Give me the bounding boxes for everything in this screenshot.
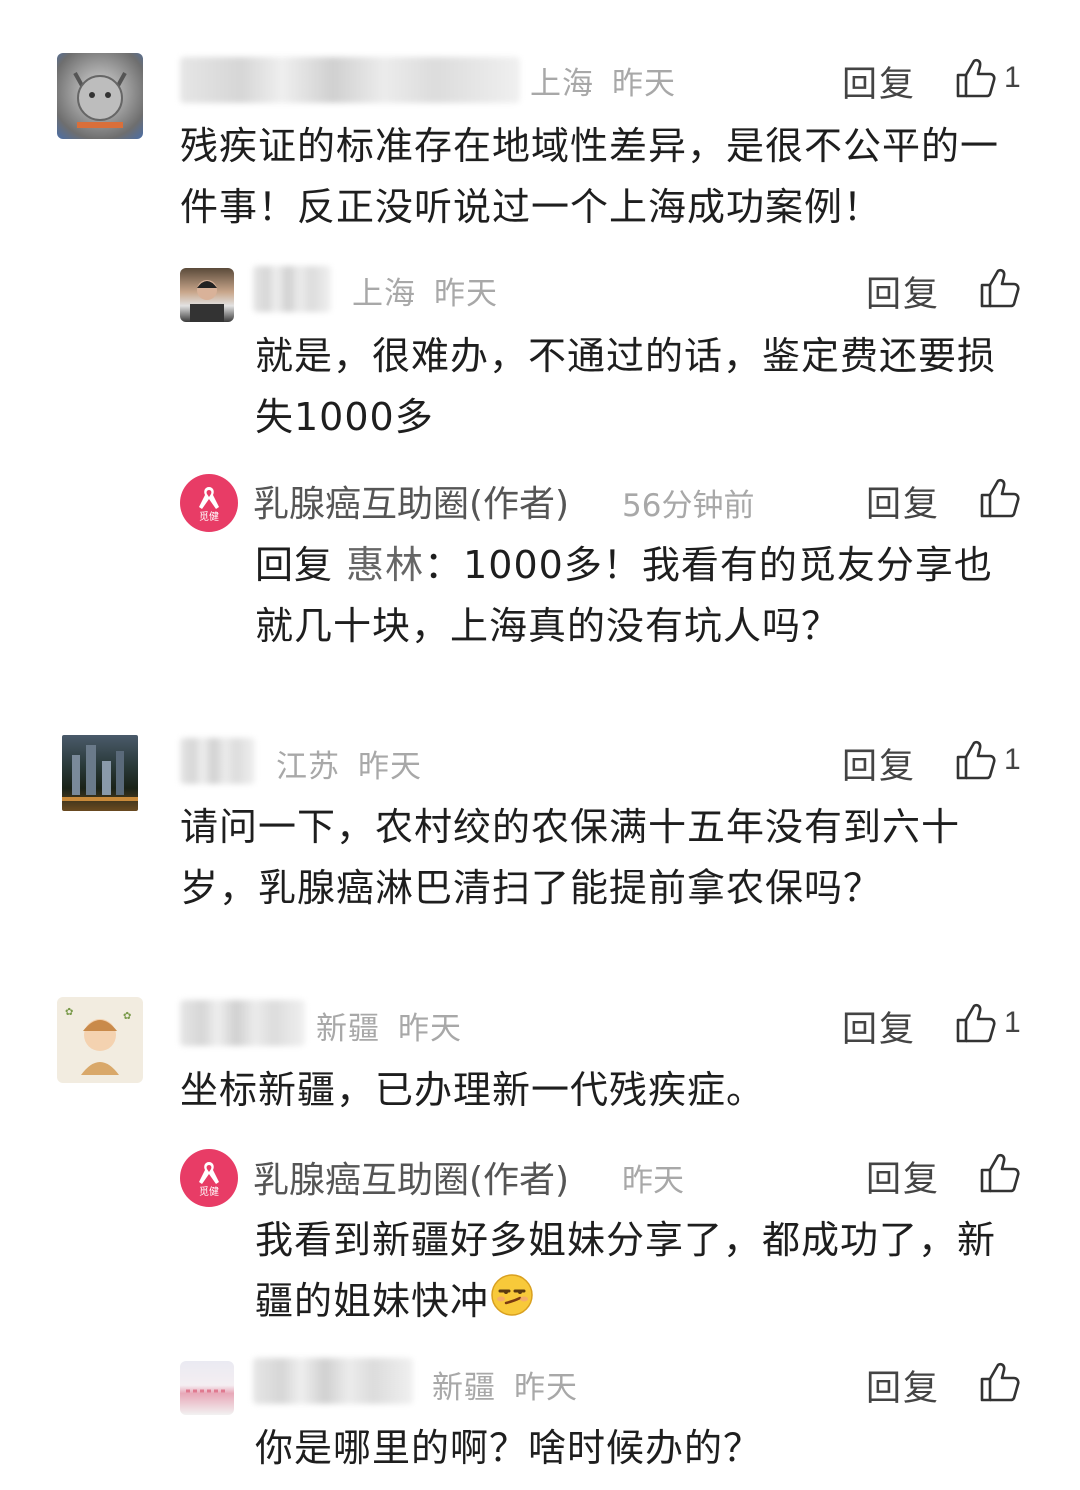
author-avatar[interactable]: 觅健 — [180, 1149, 238, 1207]
like-count: 1 — [1004, 61, 1021, 94]
thumbs-up-icon — [954, 1001, 998, 1045]
username-blurred[interactable] — [253, 1358, 413, 1404]
username-blurred[interactable] — [180, 57, 520, 103]
username-blurred[interactable] — [180, 1000, 305, 1046]
avatar-brand-text: 觅健 — [199, 1187, 219, 1198]
reply-meta: 上海 昨天 — [352, 268, 498, 313]
cityscape-avatar-icon — [62, 745, 138, 801]
thumbs-up-icon — [954, 738, 998, 782]
thumbs-up-icon — [954, 56, 998, 100]
reply-prefix: 回复 — [255, 543, 334, 587]
reply-button[interactable]: 回复 — [866, 476, 940, 527]
reply-target-name[interactable]: 惠林 — [346, 543, 424, 587]
comment-text: 坐标新疆，已办理新一代残疾症。 — [180, 1068, 766, 1112]
avatar[interactable] — [62, 735, 138, 811]
thumbs-up-icon — [978, 476, 1022, 520]
reply-text: 你是哪里的啊？啥时候办的？ — [255, 1426, 763, 1470]
location-label: 江苏 — [276, 749, 340, 785]
comment-meta: 新疆 昨天 — [316, 1003, 462, 1048]
cat-avatar-icon — [73, 72, 127, 128]
location-label: 新疆 — [432, 1370, 496, 1406]
reply-button[interactable]: 回复 — [866, 1360, 940, 1411]
thumbs-up-icon — [978, 1151, 1022, 1195]
like-count: 1 — [1004, 1006, 1021, 1039]
avatar[interactable] — [57, 53, 143, 139]
username-blurred[interactable] — [180, 738, 255, 784]
time-label: 56分钟前 — [622, 488, 755, 524]
person-avatar-icon — [190, 280, 224, 322]
reply-button[interactable]: 回复 — [866, 1151, 940, 1202]
like-button[interactable]: 1 — [954, 56, 1021, 100]
reply-button[interactable]: 回复 — [866, 266, 940, 317]
reply-button[interactable]: 回复 — [842, 56, 916, 107]
comment-meta: 江苏 昨天 — [276, 741, 422, 786]
time-label: 昨天 — [514, 1370, 578, 1406]
comment-meta: 上海 昨天 — [530, 58, 676, 103]
pink-ribbon-icon — [194, 1158, 224, 1188]
like-button[interactable] — [978, 266, 1022, 310]
avatar[interactable] — [180, 1361, 234, 1415]
comment-text: 请问一下，农村绞的农保满十五年没有到六十岁，乳腺癌淋巴清扫了能提前拿农保吗？ — [180, 805, 961, 910]
reply-text: 就是，很难办，不通过的话，鉴定费还要损失1000多 — [255, 334, 997, 439]
author-name[interactable]: 乳腺癌互助圈(作者) — [253, 475, 569, 527]
reply-text: 我看到新疆好多姐妹分享了，都成功了，新疆的姐妹快冲 — [255, 1210, 1030, 1336]
author-avatar[interactable]: 觅健 — [180, 474, 238, 532]
time-label: 昨天 — [434, 276, 498, 312]
reply-meta: 新疆 昨天 — [432, 1362, 578, 1407]
time-label: 昨天 — [612, 66, 676, 102]
like-button[interactable]: 1 — [954, 1001, 1021, 1045]
thumbs-up-icon — [978, 266, 1022, 310]
pink-ribbon-icon — [194, 483, 224, 513]
cartoon-girl-avatar-icon: ✿ ✿ — [65, 1007, 131, 1075]
like-button[interactable] — [978, 1360, 1022, 1404]
location-label: 新疆 — [316, 1011, 380, 1047]
svg-text:✿: ✿ — [65, 1007, 73, 1018]
like-button[interactable]: 1 — [954, 738, 1021, 782]
reply-button[interactable]: 回复 — [842, 738, 916, 789]
like-button[interactable] — [978, 1151, 1022, 1195]
reply-text: 回复 惠林：1000多！我看有的觅友分享也就几十块，上海真的没有坑人吗？ — [255, 535, 1030, 657]
like-button[interactable] — [978, 476, 1022, 520]
username-blurred[interactable] — [253, 266, 331, 312]
svg-text:✿: ✿ — [123, 1011, 131, 1022]
location-label: 上海 — [530, 66, 594, 102]
location-label: 上海 — [352, 276, 416, 312]
smirk-face-emoji — [489, 1272, 535, 1336]
thumbs-up-icon — [978, 1360, 1022, 1404]
time-label: 昨天 — [622, 1163, 684, 1199]
time-label: 昨天 — [358, 749, 422, 785]
avatar[interactable] — [180, 268, 234, 322]
like-count: 1 — [1004, 743, 1021, 776]
comment-text: 残疾证的标准存在地域性差异，是很不公平的一件事！反正没听说过一个上海成功案例！ — [180, 124, 1000, 229]
avatar-brand-text: 觅健 — [199, 512, 219, 523]
landscape-avatar-icon — [186, 1389, 228, 1393]
reply-body: 我看到新疆好多姐妹分享了，都成功了，新疆的姐妹快冲 — [255, 1218, 997, 1323]
author-name[interactable]: 乳腺癌互助圈(作者) — [253, 1151, 569, 1203]
avatar[interactable]: ✿ ✿ — [57, 997, 143, 1083]
reply-button[interactable]: 回复 — [842, 1001, 916, 1052]
time-label: 昨天 — [398, 1011, 462, 1047]
